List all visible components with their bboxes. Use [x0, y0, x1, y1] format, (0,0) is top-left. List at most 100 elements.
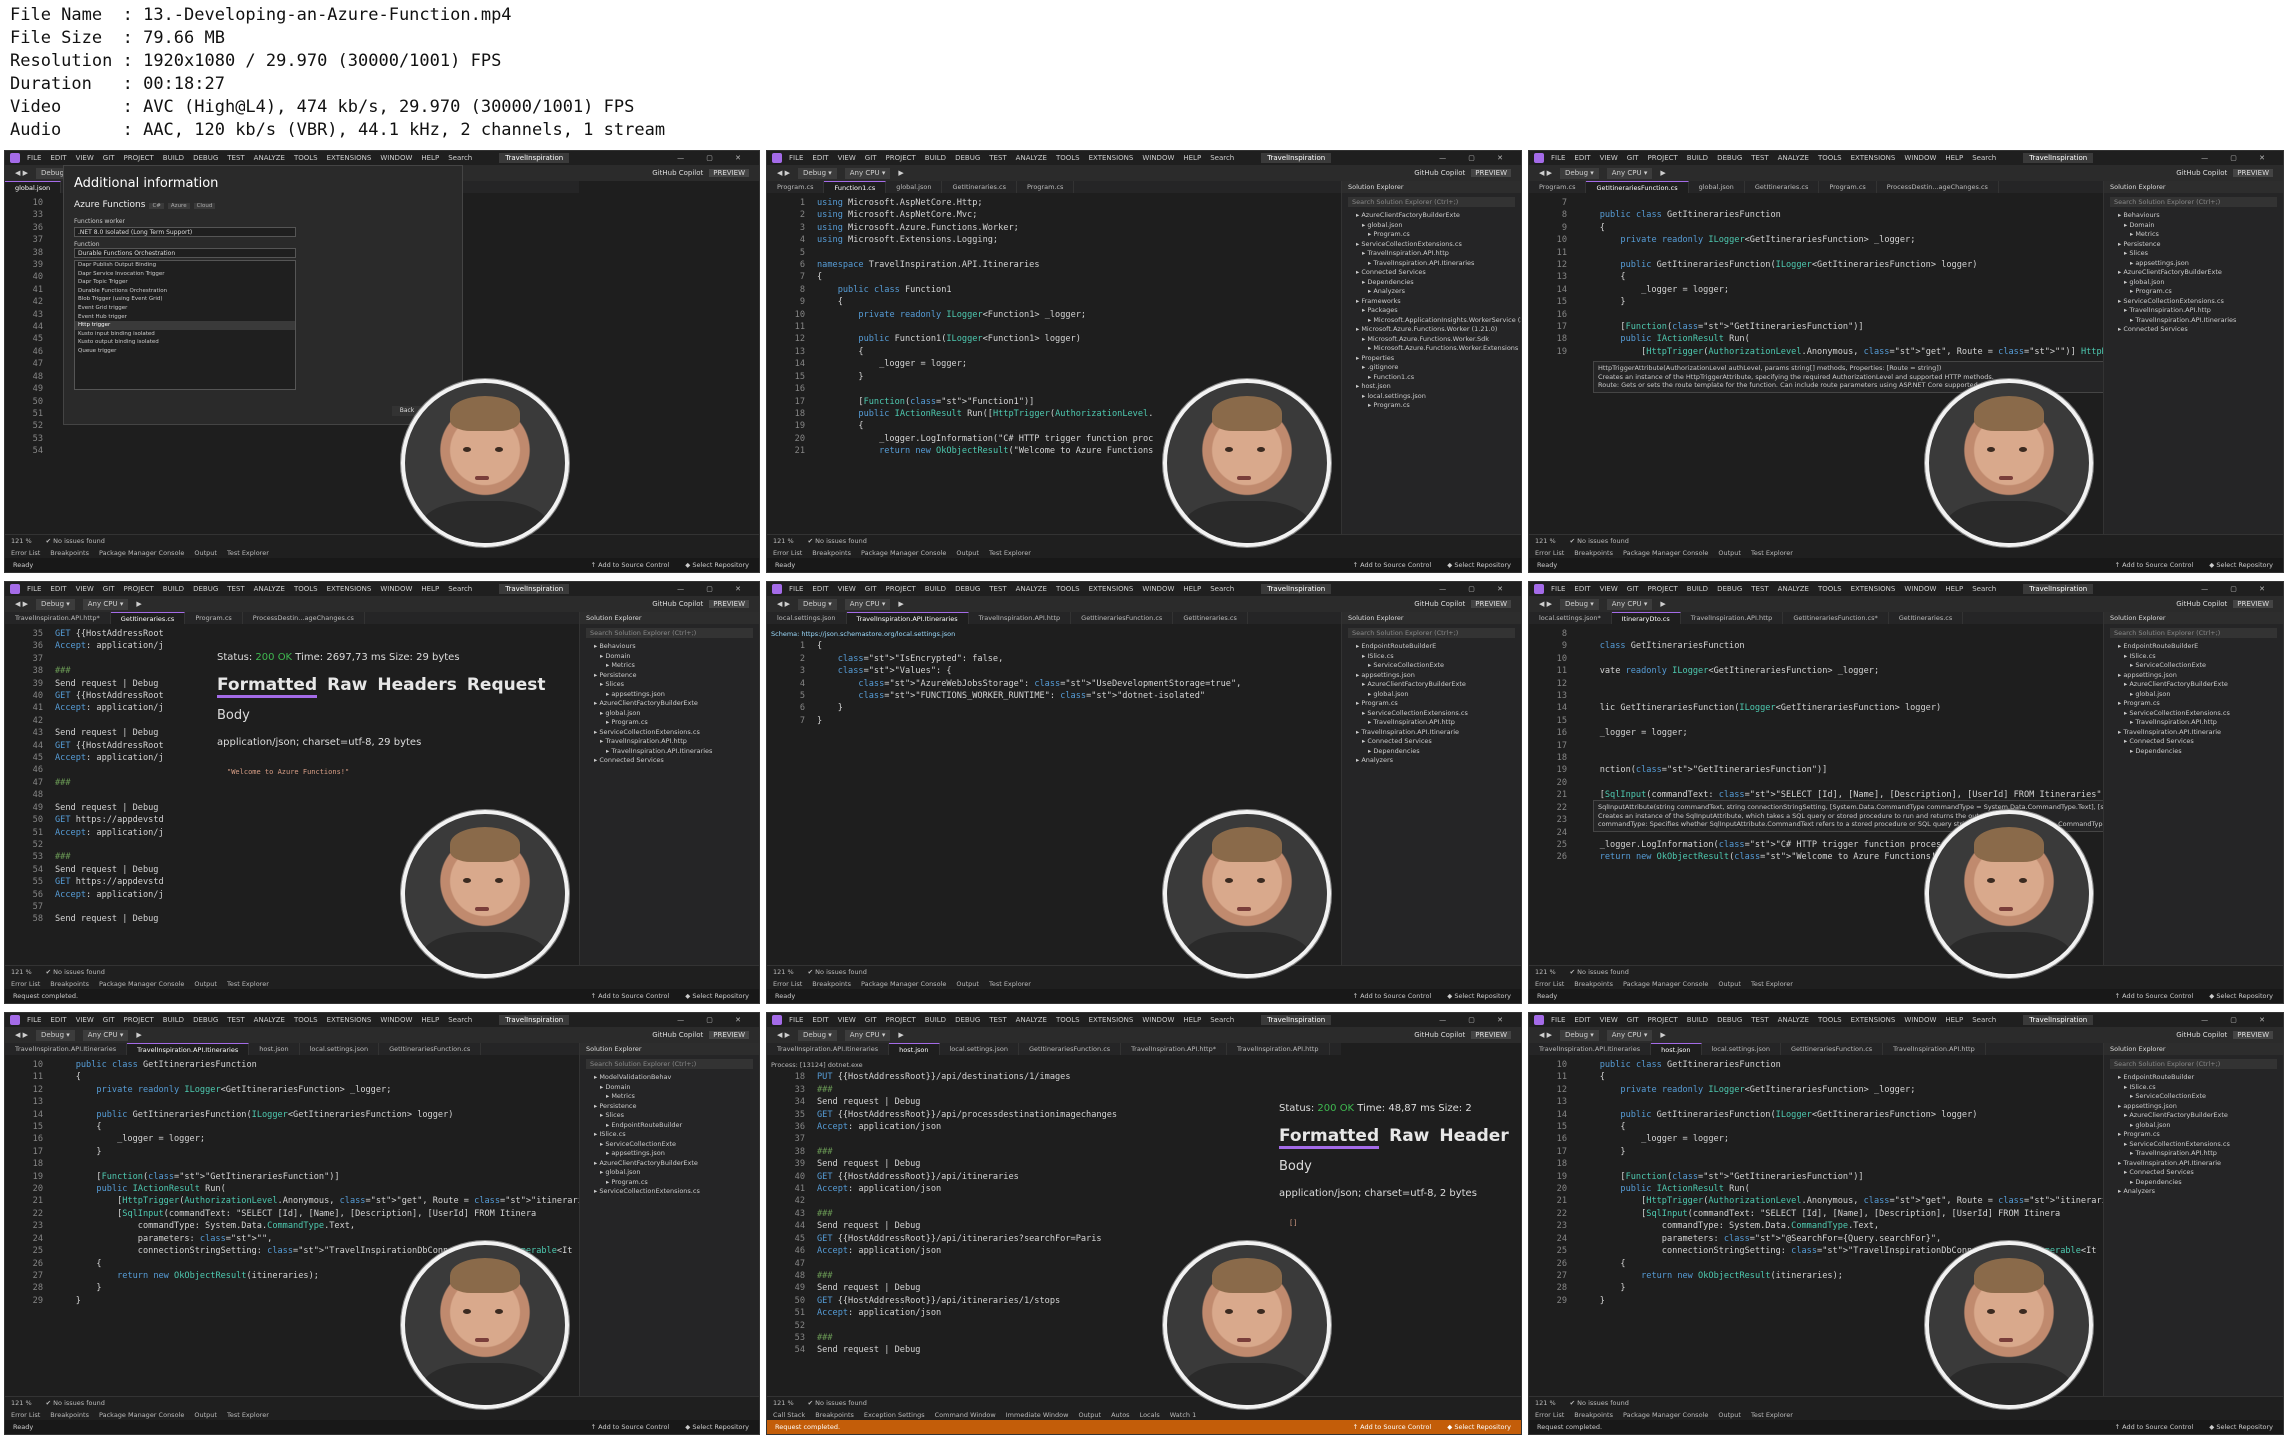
- document-tab[interactable]: GetItineraries.cs: [1173, 612, 1248, 624]
- menu-item-edit[interactable]: EDIT: [1574, 1016, 1590, 1024]
- document-tab[interactable]: GetItinerariesFunction.cs: [1019, 1043, 1122, 1055]
- menu-item-window[interactable]: WINDOW: [1904, 585, 1936, 593]
- menu-item-view[interactable]: VIEW: [1600, 1016, 1618, 1024]
- menu-item-git[interactable]: GIT: [1627, 1016, 1639, 1024]
- menu-item-test[interactable]: TEST: [989, 154, 1006, 162]
- document-tab[interactable]: TravelInspiration.API.http*: [1121, 1043, 1227, 1055]
- search-box[interactable]: Search: [1210, 1016, 1234, 1024]
- document-tab[interactable]: Function1.cs: [824, 181, 887, 193]
- solution-tree-item[interactable]: ▸ Behaviours: [580, 642, 759, 652]
- menu-item-edit[interactable]: EDIT: [50, 1016, 66, 1024]
- document-tab[interactable]: ItineraryDto.cs: [1611, 612, 1681, 624]
- menu-item-debug[interactable]: DEBUG: [955, 154, 980, 162]
- zoom-level[interactable]: 121 %: [1535, 966, 1556, 978]
- solution-search-input[interactable]: Search Solution Explorer (Ctrl+;): [2110, 197, 2277, 207]
- solution-tree-item[interactable]: ▸ TravelInspiration.API.Itinerarie: [2104, 1159, 2283, 1169]
- solution-tree-item[interactable]: ▸ Metrics: [580, 1092, 759, 1102]
- select-repository-button[interactable]: ◆ Select Repository: [685, 561, 749, 569]
- copilot-button[interactable]: GitHub Copilot: [1414, 600, 1465, 608]
- menu-item-build[interactable]: BUILD: [163, 154, 184, 162]
- menu-item-help[interactable]: HELP: [1945, 154, 1963, 162]
- nav-back-icon[interactable]: ◀ ▶: [1539, 600, 1552, 608]
- window-controls-icon[interactable]: — ▢ ✕: [2201, 585, 2283, 593]
- solution-tree-item[interactable]: ▸ EndpointRouteBuilderE: [2104, 642, 2283, 652]
- menu-item-analyze[interactable]: ANALYZE: [254, 585, 285, 593]
- solution-tree-item[interactable]: ▸ ServiceCollectionExtensions.cs: [580, 728, 759, 738]
- response-tab-formatted[interactable]: Formatted: [1279, 1126, 1380, 1149]
- copilot-button[interactable]: GitHub Copilot: [2176, 1031, 2227, 1039]
- copilot-button[interactable]: GitHub Copilot: [2176, 169, 2227, 177]
- menu-item-file[interactable]: FILE: [27, 1016, 41, 1024]
- solution-tree-item[interactable]: ▸ appsettings.json: [2104, 1102, 2283, 1112]
- copilot-button[interactable]: GitHub Copilot: [652, 1031, 703, 1039]
- menu-item-extensions[interactable]: EXTENSIONS: [1089, 585, 1134, 593]
- document-tab[interactable]: TravelInspiration.API.Itineraries: [846, 612, 969, 624]
- menu-item-view[interactable]: VIEW: [838, 154, 856, 162]
- menu-item-window[interactable]: WINDOW: [1142, 154, 1174, 162]
- document-tab[interactable]: TravelInspiration.API.http: [1883, 1043, 1986, 1055]
- select-repository-button[interactable]: ◆ Select Repository: [2209, 1423, 2273, 1431]
- menu-item-tools[interactable]: TOOLS: [1056, 1016, 1080, 1024]
- solution-search-input[interactable]: Search Solution Explorer (Ctrl+;): [586, 628, 753, 638]
- menu-item-project[interactable]: PROJECT: [1648, 1016, 1678, 1024]
- menu-item-help[interactable]: HELP: [1945, 1016, 1963, 1024]
- solution-tree-item[interactable]: ▸ Analyzers: [1342, 756, 1521, 766]
- menu-item-window[interactable]: WINDOW: [1142, 585, 1174, 593]
- document-tab[interactable]: ProcessDestin...ageChanges.cs: [243, 612, 365, 624]
- document-tab[interactable]: GetItineraries.cs: [1889, 612, 1964, 624]
- menu-item-analyze[interactable]: ANALYZE: [1016, 154, 1047, 162]
- menu-item-git[interactable]: GIT: [103, 154, 115, 162]
- solution-tree-item[interactable]: ▸ appsettings.json: [580, 1149, 759, 1159]
- document-tab[interactable]: TravelInspiration.API.Itineraries: [5, 1043, 128, 1055]
- document-tab[interactable]: local.settings.json: [300, 1043, 380, 1055]
- solution-tree-item[interactable]: ▸ AzureClientFactoryBuilderExte: [580, 699, 759, 709]
- search-box[interactable]: Search: [1210, 585, 1234, 593]
- platform-dropdown[interactable]: Any CPU ▾: [82, 598, 129, 610]
- menu-item-debug[interactable]: DEBUG: [193, 154, 218, 162]
- solution-tree-item[interactable]: ▸ TravelInspiration.API.Itineraries: [1342, 259, 1521, 269]
- menu-item-tools[interactable]: TOOLS: [1818, 1016, 1842, 1024]
- menu-item-test[interactable]: TEST: [1751, 585, 1768, 593]
- document-tab[interactable]: Program.cs: [1017, 181, 1075, 193]
- menu-item-project[interactable]: PROJECT: [124, 585, 154, 593]
- solution-tree-item[interactable]: ▸ Program.cs: [580, 1178, 759, 1188]
- solution-tree-item[interactable]: ▸ global.json: [2104, 278, 2283, 288]
- add-to-source-control-button[interactable]: ↑ Add to Source Control: [591, 1423, 670, 1431]
- menu-item-build[interactable]: BUILD: [925, 154, 946, 162]
- start-button[interactable]: ▶: [898, 1031, 903, 1039]
- menu-item-extensions[interactable]: EXTENSIONS: [327, 1016, 372, 1024]
- menu-item-project[interactable]: PROJECT: [886, 585, 916, 593]
- solution-tree-item[interactable]: ▸ Analyzers: [2104, 1187, 2283, 1197]
- copilot-button[interactable]: GitHub Copilot: [1414, 169, 1465, 177]
- platform-dropdown[interactable]: Any CPU ▾: [844, 1029, 891, 1041]
- solution-tree-item[interactable]: ▸ Function1.cs: [1342, 373, 1521, 383]
- document-tab[interactable]: Program.cs: [767, 181, 825, 193]
- menu-item-test[interactable]: TEST: [1751, 154, 1768, 162]
- solution-tree-item[interactable]: ▸ ServiceCollectionExtensions.cs: [580, 1187, 759, 1197]
- solution-tree-item[interactable]: ▸ Microsoft.Azure.Functions.Worker.Sdk: [1342, 335, 1521, 345]
- solution-tree-item[interactable]: ▸ Connected Services: [1342, 268, 1521, 278]
- document-tab[interactable]: host.json: [1651, 1043, 1702, 1055]
- menu-item-help[interactable]: HELP: [1183, 1016, 1201, 1024]
- function-option[interactable]: Kusto input binding isolated: [75, 330, 295, 339]
- document-tab[interactable]: Program.cs: [1819, 181, 1877, 193]
- menu-item-build[interactable]: BUILD: [1687, 154, 1708, 162]
- select-repository-button[interactable]: ◆ Select Repository: [1447, 561, 1511, 569]
- solution-tree-item[interactable]: ▸ Behaviours: [2104, 211, 2283, 221]
- document-tab[interactable]: host.json: [249, 1043, 300, 1055]
- nav-back-icon[interactable]: ◀ ▶: [15, 600, 28, 608]
- menu-item-tools[interactable]: TOOLS: [294, 154, 318, 162]
- zoom-level[interactable]: 121 %: [11, 966, 32, 978]
- function-option[interactable]: Event Hub trigger: [75, 313, 295, 322]
- search-box[interactable]: Search: [448, 585, 472, 593]
- solution-tree-item[interactable]: ▸ .gitignore: [1342, 363, 1521, 373]
- menu-item-window[interactable]: WINDOW: [1904, 1016, 1936, 1024]
- solution-tree-item[interactable]: ▸ Domain: [2104, 221, 2283, 231]
- solution-tree-item[interactable]: ▸ Persistence: [580, 671, 759, 681]
- search-box[interactable]: Search: [448, 1016, 472, 1024]
- menu-item-test[interactable]: TEST: [1751, 1016, 1768, 1024]
- menu-item-debug[interactable]: DEBUG: [1717, 585, 1742, 593]
- menu-item-test[interactable]: TEST: [989, 585, 1006, 593]
- solution-tree-item[interactable]: ▸ TravelInspiration.API.Itineraries: [2104, 316, 2283, 326]
- add-to-source-control-button[interactable]: ↑ Add to Source Control: [2115, 992, 2194, 1000]
